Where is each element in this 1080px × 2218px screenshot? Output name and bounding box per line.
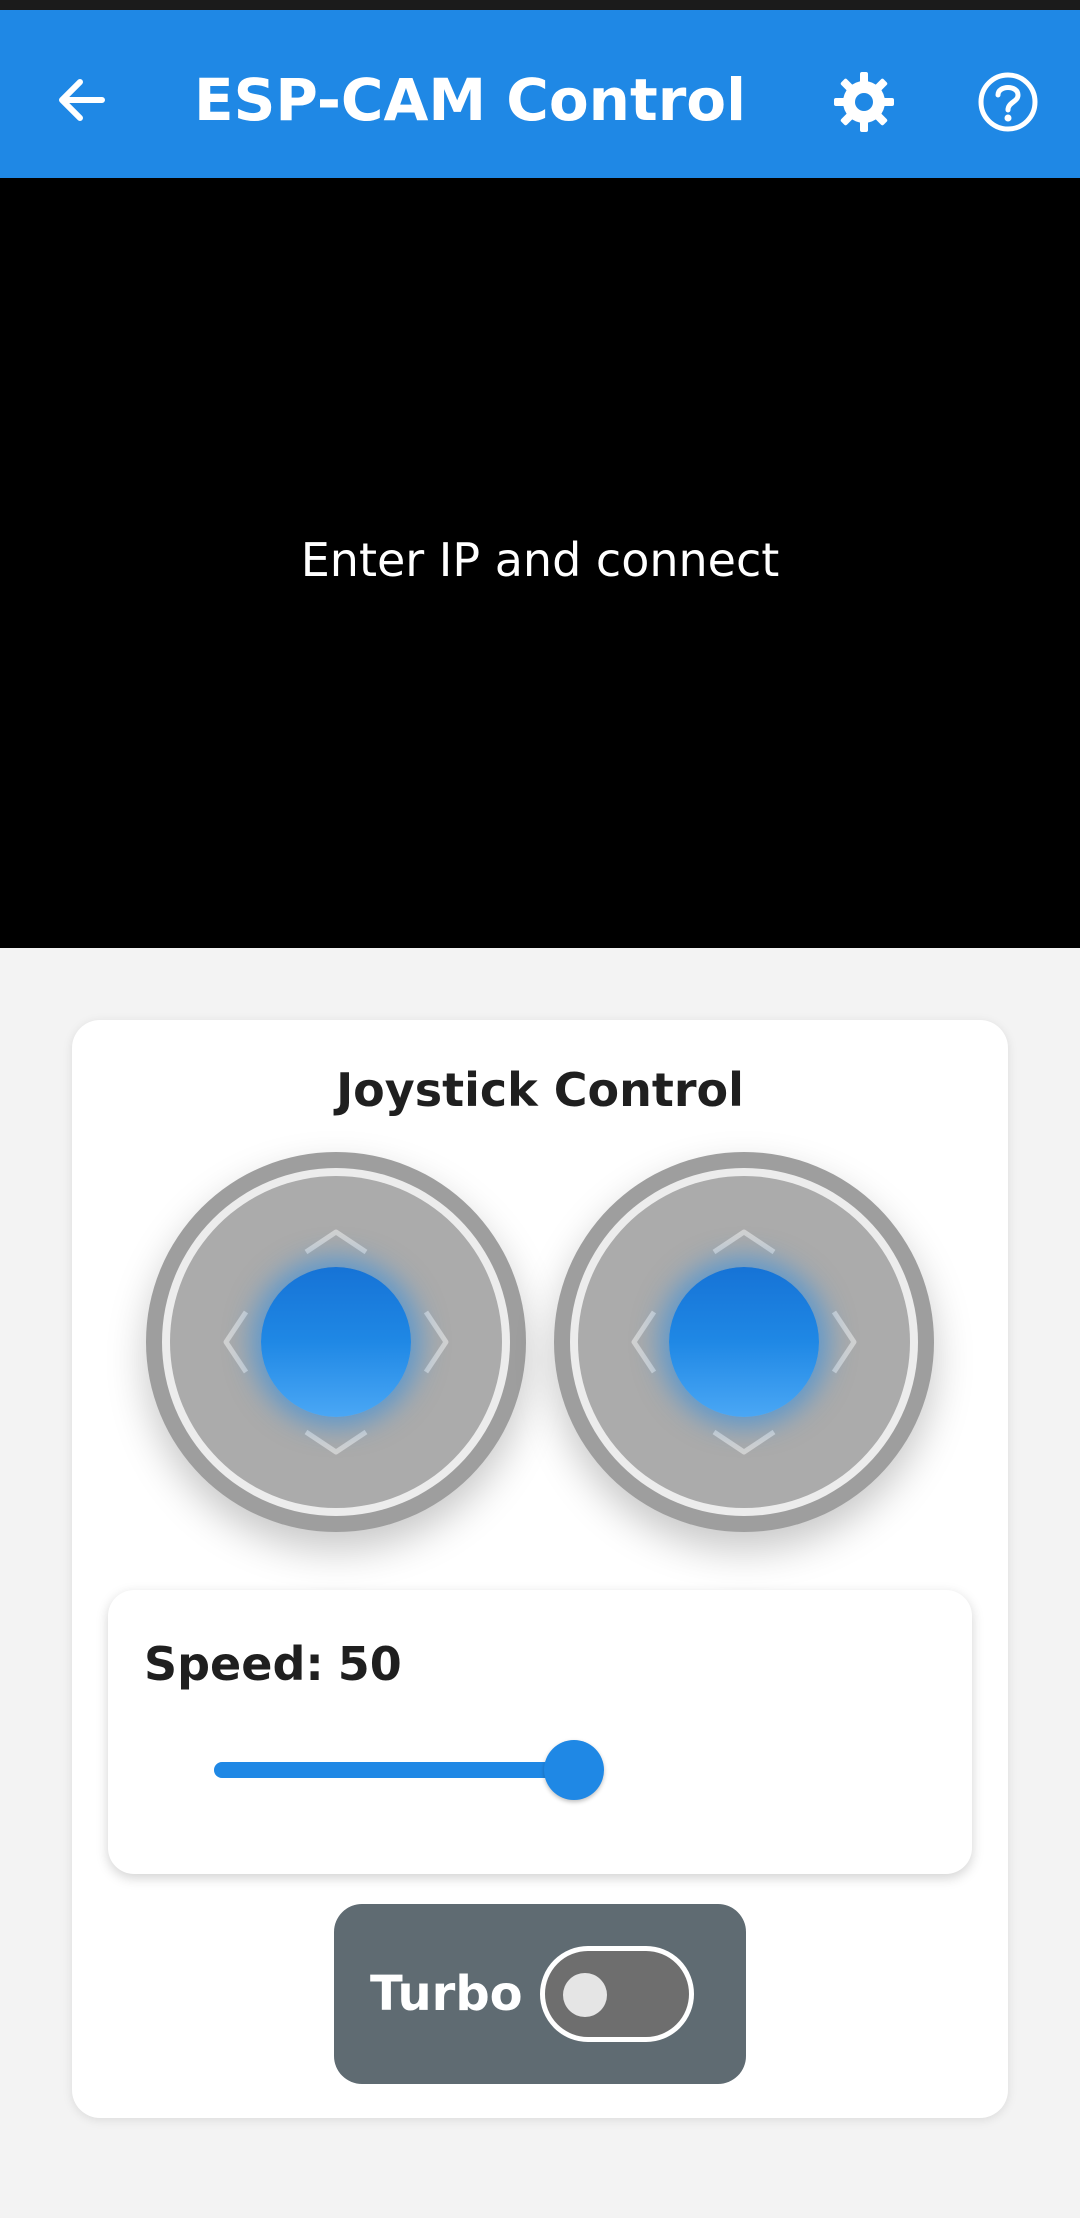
question-circle-icon[interactable] [976, 70, 1040, 134]
turbo-panel: Turbo [334, 1904, 746, 2084]
speed-label: Speed: 50 [144, 1637, 402, 1691]
speed-panel: Speed: 50 [108, 1590, 972, 1874]
page-title: ESP-CAM Control [193, 66, 747, 134]
app-bar: ESP-CAM Control [0, 10, 1080, 178]
joystick-title: Joystick Control [336, 1063, 744, 1117]
toggle-knob [563, 1973, 607, 2017]
speed-value: 50 [337, 1637, 402, 1691]
control-card: Joystick Control Speed: 50 Turbo [72, 1020, 1008, 2118]
joystick-knob[interactable] [669, 1267, 819, 1417]
connect-message: Enter IP and connect [300, 533, 780, 587]
left-joystick[interactable] [146, 1152, 526, 1532]
camera-view: Enter IP and connect [0, 178, 1080, 948]
speed-slider[interactable] [214, 1740, 604, 1800]
turbo-toggle[interactable] [540, 1946, 694, 2042]
right-joystick[interactable] [554, 1152, 934, 1532]
status-bar [0, 0, 1080, 10]
slider-thumb[interactable] [544, 1740, 604, 1800]
slider-fill [214, 1762, 574, 1778]
gear-icon[interactable] [832, 70, 896, 134]
turbo-label: Turbo [370, 1966, 523, 2022]
joystick-knob[interactable] [261, 1267, 411, 1417]
